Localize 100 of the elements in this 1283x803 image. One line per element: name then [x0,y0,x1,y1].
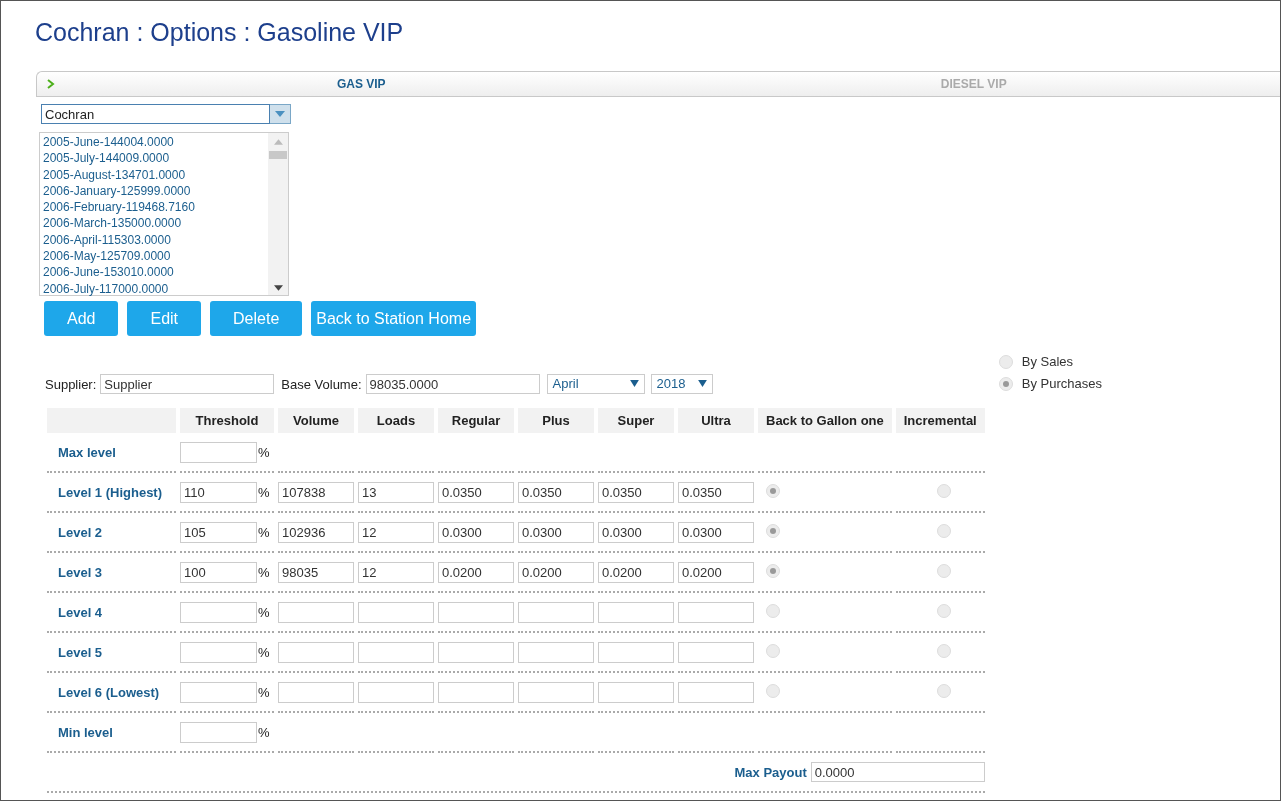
threshold-field[interactable] [180,721,257,743]
radio-button[interactable] [937,523,952,538]
percent-sign: % [258,724,270,740]
value-field[interactable]: 102936 [278,521,354,543]
percent-sign: % [258,444,270,460]
row-label: Min level [58,724,113,740]
value-field[interactable] [438,641,514,663]
month-select[interactable]: April [546,374,645,394]
supplier-label: Supplier: [45,376,97,392]
radio-button[interactable] [766,563,780,578]
station-select[interactable]: Cochran [41,104,291,124]
radio-button[interactable] [937,563,952,578]
row-label: Level 5 [58,644,103,660]
value-field[interactable] [518,681,594,703]
radio-button[interactable] [937,683,952,698]
value-field[interactable] [678,641,754,663]
column-header: Volume [278,408,354,433]
caret-down-icon [629,380,639,387]
radio-button[interactable] [766,683,780,698]
value-field[interactable]: 0.0300 [598,521,674,543]
value-field[interactable]: 0.0350 [518,481,594,503]
row-label: Level 6 (Lowest) [58,684,160,700]
base-volume-label: Base Volume: [281,376,362,392]
radio-button[interactable] [766,603,780,618]
percent-sign: % [258,684,270,700]
caret-down-icon [275,111,285,117]
value-field[interactable]: 0.0350 [678,481,754,503]
radio-button[interactable] [766,483,780,498]
row-label: Level 2 [58,524,103,540]
row-label: Max level [58,444,116,460]
value-field[interactable] [358,601,434,623]
value-field[interactable]: 0.0300 [438,521,514,543]
radio-button[interactable] [998,354,1013,369]
value-field[interactable]: 107838 [278,481,354,503]
threshold-field[interactable]: 105 [180,521,257,543]
year-select[interactable]: 2018 [650,374,713,394]
value-field[interactable]: 0.0200 [598,561,674,583]
scroll-down-icon[interactable] [273,285,283,291]
value-field[interactable] [438,681,514,703]
radio-button[interactable] [766,523,780,538]
base-volume-field[interactable]: 98035.0000 [365,374,540,394]
chevron-right-icon [47,79,55,89]
list-item[interactable]: 2006-June-153010.0000 [40,264,268,281]
value-field[interactable]: 12 [358,561,434,583]
column-header: Plus [518,408,594,433]
threshold-field[interactable] [180,601,257,623]
column-header: Back to Gallon one [758,408,892,433]
radio-button[interactable] [998,376,1013,391]
value-field[interactable] [278,641,354,663]
list-item[interactable]: 2006-February-119468.7160 [40,199,268,216]
value-field[interactable] [518,641,594,663]
column-header: Incremental [895,408,985,433]
percent-sign: % [258,604,270,620]
radio-button[interactable] [937,483,952,498]
percent-sign: % [258,484,270,500]
page-title: Cochran : Options : Gasoline VIP [35,17,405,48]
list-item[interactable]: 2006-March-135000.0000 [40,215,268,232]
value-field[interactable] [678,601,754,623]
value-field[interactable] [598,641,674,663]
value-field[interactable]: 98035 [278,561,354,583]
list-item[interactable]: 2006-January-125999.0000 [40,182,268,200]
threshold-field[interactable]: 100 [180,561,257,583]
value-field[interactable] [278,601,354,623]
value-field[interactable] [598,681,674,703]
radio-button[interactable] [766,643,780,658]
value-field[interactable] [598,601,674,623]
value-field[interactable] [278,681,354,703]
threshold-field[interactable]: 110 [180,481,257,503]
value-field[interactable] [678,681,754,703]
percent-sign: % [258,644,270,660]
value-field[interactable]: 0.0350 [598,481,674,503]
scrollbar-thumb[interactable] [269,151,287,159]
value-field[interactable]: 13 [358,481,434,503]
threshold-field[interactable] [180,681,257,703]
value-field[interactable]: 0.0300 [678,521,754,543]
value-field[interactable]: 0.0200 [438,561,514,583]
value-field[interactable] [438,601,514,623]
list-item[interactable]: 2005-June-144004.0000 [40,134,268,151]
list-item[interactable]: 2005-July-144009.0000 [40,150,268,167]
list-item[interactable]: 2006-May-125709.0000 [40,248,268,265]
value-field[interactable]: 0.0350 [438,481,514,503]
value-field[interactable] [358,681,434,703]
radio-button[interactable] [937,603,952,618]
list-item[interactable]: 2005-August-134701.0000 [40,166,268,183]
value-field[interactable]: 0.0200 [678,561,754,583]
list-item[interactable]: 2006-April-115303.0000 [40,231,268,249]
value-field[interactable]: 0.0300 [518,521,594,543]
scrollbar[interactable] [268,133,288,295]
threshold-field[interactable] [180,641,257,663]
max-payout-field[interactable]: 0.0000 [810,762,985,782]
value-field[interactable] [358,641,434,663]
supplier-field[interactable]: Supplier [100,374,275,394]
threshold-field[interactable] [180,441,257,463]
value-field[interactable] [518,601,594,623]
value-field[interactable]: 0.0200 [518,561,594,583]
radio-button[interactable] [937,643,952,658]
scroll-up-icon[interactable] [273,139,283,145]
list-item[interactable]: 2006-July-117000.0000 [40,280,268,297]
value-field[interactable]: 12 [358,521,434,543]
tab[interactable]: GAS VIP [55,77,668,91]
